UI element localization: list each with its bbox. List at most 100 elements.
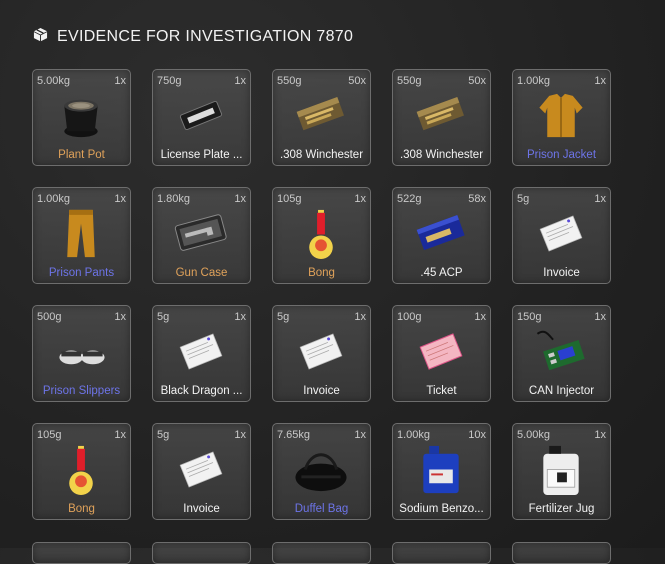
inventory-slot[interactable]: 1.00kg 1x Prison Jacket (512, 69, 611, 166)
item-count: 1x (594, 75, 606, 87)
jerrycan-icon (411, 442, 471, 497)
inventory-slot[interactable]: 750g 1x License Plate ... (152, 69, 251, 166)
item-label: License Plate ... (160, 149, 243, 161)
inventory-slot[interactable]: 522g 58x .45 ACP (392, 187, 491, 284)
inventory-slot[interactable]: 7.65kg 1x Duffel Bag (272, 423, 371, 520)
item-label: Invoice (183, 503, 220, 515)
jacket-icon (531, 88, 591, 143)
page-title: EVIDENCE FOR INVESTIGATION 7870 (57, 28, 354, 45)
circuit-board-icon (531, 324, 591, 379)
pistol-ammo-icon (411, 206, 471, 261)
inventory-slot-partial[interactable] (512, 542, 611, 564)
item-count: 1x (114, 311, 126, 323)
ticket-icon (411, 324, 471, 379)
paper-icon (171, 442, 231, 497)
item-label: CAN Injector (528, 385, 595, 397)
item-weight: 100g (397, 311, 422, 323)
item-label: Prison Slippers (42, 385, 121, 397)
item-weight: 7.65kg (277, 429, 311, 441)
inventory-slot-partial[interactable] (272, 542, 371, 564)
inventory-slot[interactable]: 5g 1x Invoice (152, 423, 251, 520)
inventory-next-row (32, 542, 611, 564)
item-count: 1x (114, 193, 126, 205)
item-weight: 105g (277, 193, 302, 205)
jug-icon (531, 442, 591, 497)
item-label: Invoice (543, 267, 580, 279)
inventory-slot[interactable]: 550g 50x .308 Winchester (392, 69, 491, 166)
item-weight: 5g (517, 193, 530, 205)
item-label: .308 Winchester (399, 149, 484, 161)
inventory-slot[interactable]: 500g 1x Prison Slippers (32, 305, 131, 402)
item-label: .45 ACP (420, 267, 463, 279)
item-count: 1x (474, 311, 486, 323)
inventory-slot[interactable]: 1.00kg 1x Prison Pants (32, 187, 131, 284)
inventory-slot[interactable]: 105g 1x Bong (272, 187, 371, 284)
pants-icon (51, 206, 111, 261)
inventory-grid: 5.00kg 1x Plant Pot 750g 1x License Plate ...… (32, 69, 611, 520)
item-label: Sodium Benzo... (399, 503, 484, 515)
item-count: 50x (468, 75, 486, 87)
inventory-slot-partial[interactable] (392, 542, 491, 564)
inventory-slot-partial[interactable] (32, 542, 131, 564)
item-count: 1x (114, 429, 126, 441)
item-count: 1x (594, 311, 606, 323)
paper-icon (291, 324, 351, 379)
ammo-box-icon (411, 88, 471, 143)
bong-icon (51, 442, 111, 497)
item-count: 1x (234, 75, 246, 87)
item-label: Bong (68, 503, 95, 515)
inventory-slot[interactable]: 5.00kg 1x Plant Pot (32, 69, 131, 166)
item-label: Bong (308, 267, 335, 279)
item-weight: 105g (37, 429, 62, 441)
item-label: Duffel Bag (294, 503, 349, 515)
item-count: 1x (354, 429, 366, 441)
inventory-slot[interactable]: 105g 1x Bong (32, 423, 131, 520)
license-plate-icon (171, 88, 231, 143)
item-weight: 5g (157, 429, 170, 441)
item-count: 1x (354, 311, 366, 323)
item-count: 1x (594, 193, 606, 205)
inventory-slot[interactable]: 1.80kg 1x Gun Case (152, 187, 251, 284)
item-weight: 550g (277, 75, 302, 87)
item-label: Fertilizer Jug (528, 503, 595, 515)
item-weight: 5g (157, 311, 170, 323)
item-label: Plant Pot (58, 149, 105, 161)
item-count: 58x (468, 193, 486, 205)
item-count: 50x (348, 75, 366, 87)
item-label: Ticket (426, 385, 457, 397)
inventory-slot[interactable]: 5g 1x Invoice (272, 305, 371, 402)
gun-case-icon (171, 206, 231, 261)
item-count: 10x (468, 429, 486, 441)
inventory-slot-partial[interactable] (152, 542, 251, 564)
item-weight: 1.00kg (37, 193, 71, 205)
slippers-icon (51, 324, 111, 379)
box-icon (33, 27, 48, 47)
inventory-slot[interactable]: 1.00kg 10x Sodium Benzo... (392, 423, 491, 520)
inventory-slot[interactable]: 550g 50x .308 Winchester (272, 69, 371, 166)
item-weight: 1.00kg (397, 429, 431, 441)
ammo-box-icon (291, 88, 351, 143)
item-count: 1x (594, 429, 606, 441)
item-weight: 750g (157, 75, 182, 87)
duffel-bag-icon (291, 442, 351, 497)
inventory-slot[interactable]: 5.00kg 1x Fertilizer Jug (512, 423, 611, 520)
item-weight: 5.00kg (37, 75, 71, 87)
inventory-slot[interactable]: 5g 1x Black Dragon ... (152, 305, 251, 402)
evidence-header: EVIDENCE FOR INVESTIGATION 7870 (33, 27, 353, 47)
item-label: Invoice (303, 385, 340, 397)
item-weight: 1.80kg (157, 193, 191, 205)
item-weight: 1.00kg (517, 75, 551, 87)
paper-icon (171, 324, 231, 379)
inventory-slot[interactable]: 100g 1x Ticket (392, 305, 491, 402)
item-count: 1x (234, 311, 246, 323)
item-count: 1x (234, 193, 246, 205)
item-weight: 5g (277, 311, 290, 323)
inventory-slot[interactable]: 150g 1x CAN Injector (512, 305, 611, 402)
inventory-slot[interactable]: 5g 1x Invoice (512, 187, 611, 284)
item-weight: 500g (37, 311, 62, 323)
item-label: Prison Pants (48, 267, 115, 279)
item-label: .308 Winchester (279, 149, 364, 161)
bong-icon (291, 206, 351, 261)
paper-icon (531, 206, 591, 261)
item-count: 1x (234, 429, 246, 441)
